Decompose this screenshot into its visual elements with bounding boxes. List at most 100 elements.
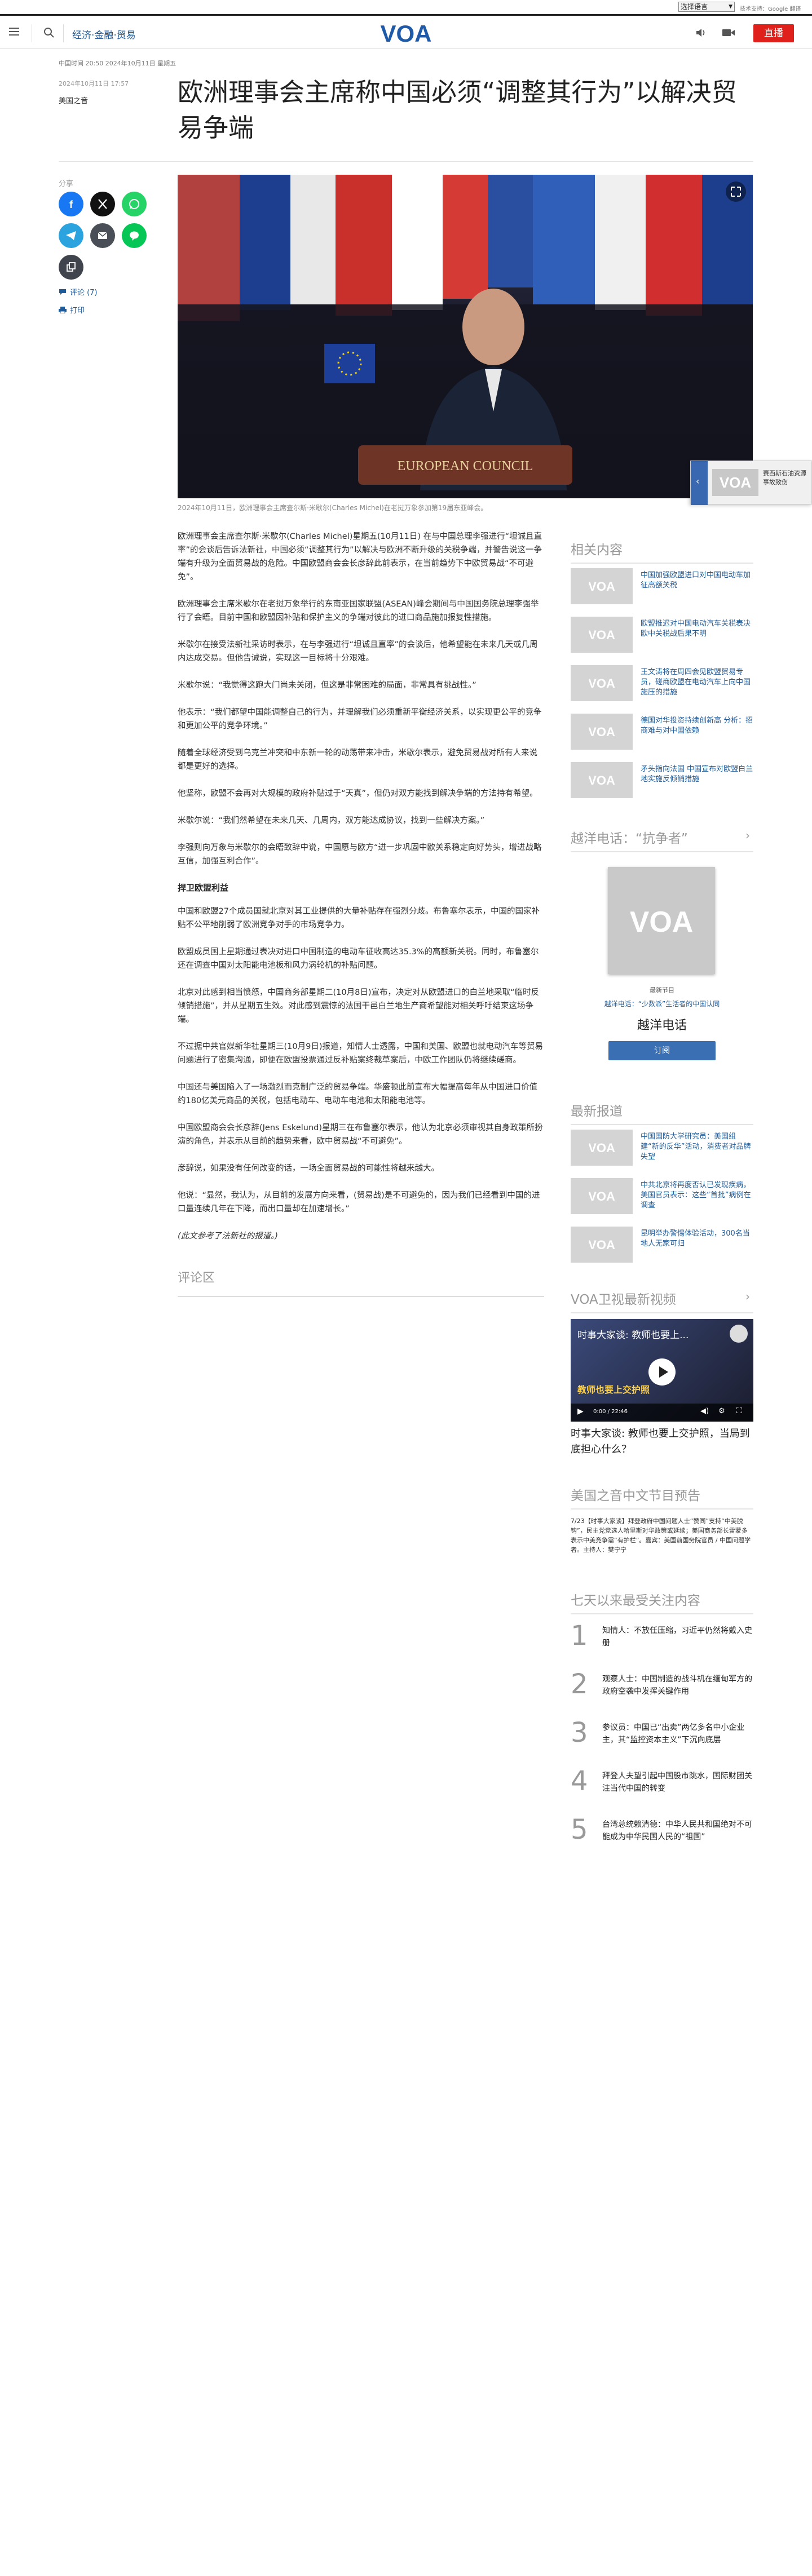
podcast-card[interactable]: VOA: [571, 861, 753, 980]
item-title: 王文涛将在周四会见欧盟贸易专员，磋商欧盟在电动汽车上向中国施压的措施: [641, 668, 751, 697]
svg-text:VOA: VOA: [589, 628, 615, 642]
print-label: 打印: [70, 307, 85, 315]
voa-logo: VOA: [589, 628, 615, 642]
list-item[interactable]: VOA 矛头指向法国 中国宣布对欧盟白兰地实施反倾销措施: [571, 762, 753, 798]
popular-item[interactable]: 4 拜登人夫望引起中国股市跳水，国际财团关注当代中国的转变: [571, 1767, 753, 1806]
telegram-share-button[interactable]: [59, 223, 83, 248]
list-item[interactable]: VOA 昆明举办警惕体验活动，300名当地人无家可归: [571, 1227, 753, 1263]
video-section: VOA卫视最新视频 ›: [571, 1289, 753, 1313]
subscribe-button[interactable]: 订阅: [608, 1041, 716, 1060]
list-item[interactable]: VOA 欧盟推迟对中国电动汽车关税表决 欧中关税战后果不明: [571, 617, 753, 653]
svg-text:VOA: VOA: [589, 1238, 615, 1252]
page-title: 欧洲理事会主席称中国必须“调整其行为”以解决贸易争端: [178, 77, 737, 143]
source-note: (此文参考了法新社的报道。): [178, 1232, 279, 1241]
article-paragraph: 米歇尔在接受法新社采访时表示，在与李强进行“坦诚且直率”的会谈后，他希望能在未来…: [178, 640, 538, 663]
chevron-right-icon: ›: [745, 1290, 750, 1303]
site-header: 经济·金融·贸易 VOA 直播: [0, 17, 812, 49]
popular-item[interactable]: 1 知情人：不放任压缩，习近平仍然将戴入史册: [571, 1621, 753, 1661]
play-button[interactable]: [648, 1358, 676, 1386]
live-button[interactable]: 直播: [753, 24, 794, 42]
voa-logo: VOA: [720, 474, 752, 491]
article-paragraph: 中国还与美国陷入了一场激烈而克制广泛的贸易争端。华盛顿此前宣布大幅提高每年从中国…: [178, 1083, 537, 1105]
article-paragraph: 彦辞说，如果没有任何改变的话，一场全面贸易战的可能性将越来越大。: [178, 1164, 439, 1173]
video-caption[interactable]: 时事大家谈: 教师也要上交护照，当局到底担心什么？: [571, 1426, 753, 1458]
popup-thumbnail: VOA: [712, 469, 758, 496]
video-overlay-title: 时事大家谈: 教师也要上...: [577, 1330, 689, 1341]
popular-section: 七天以来最受关注内容: [571, 1590, 753, 1614]
video-controls: ▶ 0:00 / 22:46 ◀) ⚙ ⛶: [571, 1404, 753, 1422]
facebook-share-button[interactable]: f: [59, 192, 83, 216]
popular-item[interactable]: 2 观察人士：中国制造的战斗机在缅甸军方的政府空袭中发挥关键作用: [571, 1670, 753, 1709]
list-item[interactable]: VOA 中国加强欧盟进口对中国电动车加征高额关税: [571, 568, 753, 604]
fullscreen-icon[interactable]: ⛶: [736, 1406, 742, 1415]
play-control-icon[interactable]: ▶: [577, 1407, 584, 1416]
copy-link-button[interactable]: [59, 255, 83, 280]
popular-item[interactable]: 3 参议员：中国已“出卖”两亿多名中小企业主，其“监控资本主义”下沉向底层: [571, 1718, 753, 1758]
list-item[interactable]: VOA 中共北京将再度否认已发现疾病，美国官员表示：这些“首批”病例在调查: [571, 1178, 753, 1214]
item-thumbnail: VOA: [571, 762, 633, 798]
svg-text:VOA: VOA: [630, 906, 692, 939]
video-player[interactable]: 时事大家谈: 教师也要上... 教师也要上交护照 ▶ 0:00 / 22:46 …: [571, 1319, 753, 1422]
settings-icon[interactable]: ⚙: [718, 1407, 725, 1415]
print-link[interactable]: 打印: [59, 304, 85, 315]
placard-text: EUROPEAN COUNCIL: [398, 459, 533, 473]
language-select[interactable]: 选择语言 ▼: [678, 2, 735, 12]
volume-icon[interactable]: ◀): [700, 1407, 709, 1415]
language-select-label: 选择语言: [681, 3, 708, 11]
item-thumbnail: VOA: [571, 1227, 633, 1263]
timestamp-line: 中国时间 20:50 2024年10月11日 星期五: [59, 60, 176, 67]
email-share-button[interactable]: [90, 223, 115, 248]
hero-image: EUROPEAN COUNCIL: [178, 175, 753, 498]
chevron-left-icon: ‹: [696, 476, 700, 486]
latest-news-section: 最新报道: [571, 1100, 753, 1125]
article-paragraph: 他坚称，欧盟不会再对大规模的政府补贴过于“天真”，但仍对双方能找到解决争端的方法…: [178, 789, 538, 798]
menu-icon[interactable]: [9, 28, 20, 37]
section-link[interactable]: 经济·金融·贸易: [72, 27, 136, 41]
podcast-title[interactable]: 越洋电话：“抗争者” ›: [571, 827, 753, 852]
podcast-episode-link[interactable]: 越洋电话：“少数派”生活者的中国认同: [571, 999, 753, 1008]
comment-icon: [59, 289, 66, 295]
header-divider: [63, 24, 64, 42]
line-icon: [130, 231, 139, 241]
share-icon[interactable]: [730, 1325, 748, 1343]
article-category[interactable]: 美国之音: [59, 95, 88, 105]
svg-text:VOA: VOA: [589, 676, 615, 691]
article-paragraph: 随着全球经济受到乌克兰冲突和中东新一轮的动荡带来冲击，米歇尔表示，避免贸易战对所…: [178, 749, 537, 771]
item-thumbnail: VOA: [571, 1130, 633, 1166]
hero-photo: EUROPEAN COUNCIL: [178, 175, 753, 498]
podcast-name: 越洋电话: [637, 1019, 687, 1033]
comments-link[interactable]: 评论 (7): [59, 286, 98, 297]
schedule-section: 美国之音中文节目预告 7/23【时事大家谈】拜登政府中国问题人士“赞同”支持“中…: [571, 1485, 753, 1555]
translate-credit: 技术支持：Google 翻译: [740, 6, 801, 12]
facebook-icon: f: [69, 199, 73, 210]
podcast-info: 最新节目 越洋电话：“少数派”生活者的中国认同 越洋电话 订阅: [571, 985, 753, 1060]
floating-news-popup[interactable]: ‹ VOA 赛西斯石油资源事故致伤: [690, 461, 812, 505]
popup-expand-bar[interactable]: ‹: [691, 461, 708, 505]
list-item[interactable]: VOA 德国对华投资持续创新高 分析：招商难与对中国依赖: [571, 714, 753, 750]
podcast-latest-label: 最新节目: [650, 986, 674, 994]
item-title: 中国加强欧盟进口对中国电动车加征高额关税: [641, 571, 751, 590]
article-paragraph: 他说：“显然，我认为，从目前的发展方向来看，(贸易战)是不可避免的，因为我们已经…: [178, 1191, 540, 1214]
video-title[interactable]: VOA卫视最新视频 ›: [571, 1289, 753, 1313]
svg-text:VOA: VOA: [589, 725, 615, 739]
video-camera-icon[interactable]: [722, 27, 735, 38]
line-share-button[interactable]: [122, 223, 147, 248]
whatsapp-share-button[interactable]: [122, 192, 147, 216]
popular-item[interactable]: 5 台湾总统赖清德：中华人民共和国绝对不可能成为中华民国人民的“祖国”: [571, 1815, 753, 1854]
item-thumbnail: VOA: [571, 1178, 633, 1214]
list-item[interactable]: VOA 王文涛将在周四会见欧盟贸易专员，磋商欧盟在电动汽车上向中国施压的措施: [571, 665, 753, 701]
popular-item-title: 知情人：不放任压缩，习近平仍然将戴入史册: [602, 1626, 752, 1648]
list-item[interactable]: VOA 中国国防大学研究员：美国组建“新的反华”活动，消费者对品牌失望: [571, 1130, 753, 1166]
voa-logo: VOA: [589, 579, 615, 594]
x-icon: [98, 199, 107, 209]
x-share-button[interactable]: [90, 192, 115, 216]
schedule-text: 7/23【时事大家谈】拜登政府中国问题人士“赞同”支持“中美脱钩”，民主党竞选人…: [571, 1517, 751, 1553]
item-thumbnail: VOA: [571, 568, 633, 604]
voa-logo[interactable]: VOA: [378, 21, 434, 46]
article-body: 欧洲理事会主席查尔斯·米歇尔(Charles Michel)星期五(10月11日…: [178, 530, 544, 1256]
item-title: 昆明举办警惕体验活动，300名当地人无家可归: [641, 1229, 750, 1248]
article-date: 2024年10月11日 17:57: [59, 80, 129, 87]
rank-number: 1: [571, 1620, 588, 1652]
search-icon[interactable]: [43, 26, 55, 39]
audio-icon[interactable]: [695, 26, 707, 39]
